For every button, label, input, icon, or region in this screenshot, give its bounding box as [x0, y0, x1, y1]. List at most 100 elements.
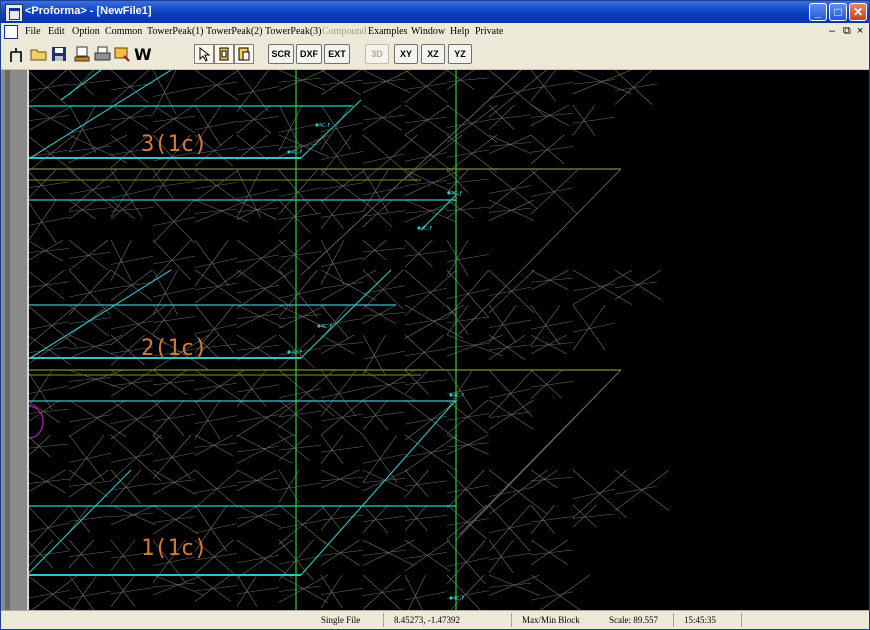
open-folder-icon[interactable]	[29, 44, 49, 64]
mesh-line	[68, 574, 98, 616]
mesh-line	[404, 152, 448, 162]
menu-towerpeak-1[interactable]: TowerPeak(1)	[147, 26, 204, 37]
left-panel[interactable]	[1, 70, 29, 610]
save-icon[interactable]	[49, 44, 69, 64]
mesh-line	[446, 206, 490, 212]
mesh-line	[236, 446, 280, 453]
maximize-button[interactable]: □	[829, 3, 847, 21]
mesh-line	[236, 207, 280, 212]
menu-towerpeak-2[interactable]: TowerPeak(2)	[206, 26, 263, 37]
mesh-line	[194, 81, 238, 89]
node-point	[287, 350, 291, 354]
svg-text:W: W	[134, 45, 152, 64]
node-tag: 4C-F	[291, 350, 302, 356]
xz-view-button[interactable]: XZ	[421, 44, 445, 64]
mesh-line	[110, 512, 154, 518]
mesh-line	[530, 82, 574, 90]
minimize-button[interactable]: _	[809, 3, 827, 21]
menu-examples[interactable]: Examples	[368, 26, 407, 37]
beam-line	[60, 69, 102, 101]
mesh-line	[26, 574, 79, 615]
export-icon[interactable]	[112, 44, 132, 64]
mesh-line	[194, 415, 238, 424]
mesh-line	[278, 123, 322, 133]
document-icon[interactable]	[4, 25, 18, 39]
menu-edit[interactable]: Edit	[48, 26, 65, 37]
mesh-line	[194, 523, 238, 534]
scr-button[interactable]: SCR	[268, 44, 294, 64]
mdi-close-button[interactable]: ×	[857, 25, 863, 37]
mdi-restore-button[interactable]: ⧉	[843, 25, 851, 38]
mesh-line	[320, 446, 364, 453]
mesh-line	[68, 414, 112, 423]
mesh-line	[320, 151, 364, 160]
application-window: <Proforma> - [NewFile1] _ □ ✕ File Edit …	[0, 0, 870, 630]
mesh-line	[278, 288, 322, 299]
node-tag: 4C-F	[421, 226, 432, 232]
mesh-line	[110, 415, 154, 424]
mesh-line	[488, 552, 532, 560]
mesh-line	[152, 516, 196, 523]
mesh-line	[404, 318, 448, 326]
dxf-button[interactable]: DXF	[296, 44, 322, 64]
mesh-line	[320, 211, 364, 218]
node-markers: 4C-F 4C-F 4C-F 4C-F 4C-F 4C-F 4C-F 4C-F	[287, 123, 464, 602]
menu-common[interactable]: Common	[105, 26, 142, 37]
mesh-line	[194, 258, 238, 268]
mesh-line	[26, 216, 70, 226]
mesh-line	[572, 79, 616, 85]
mesh-line	[152, 479, 196, 485]
beam-line	[300, 99, 362, 159]
beam-lines	[26, 69, 622, 576]
print-icon[interactable]	[93, 44, 113, 64]
beam-line	[300, 399, 457, 576]
mesh-line	[320, 257, 364, 267]
mesh-line	[278, 410, 322, 418]
copy-clipboard-icon[interactable]	[214, 44, 234, 64]
word-icon[interactable]: W	[132, 44, 152, 64]
menu-help[interactable]: Help	[450, 26, 469, 37]
mesh-line	[362, 550, 406, 556]
status-separator	[741, 613, 742, 627]
structure-icon[interactable]	[7, 44, 27, 64]
mesh-line	[152, 255, 196, 265]
mesh-line	[404, 348, 448, 357]
ext-button[interactable]: EXT	[324, 44, 350, 64]
title-bar[interactable]: <Proforma> - [NewFile1] _ □ ✕	[1, 1, 869, 23]
app-icon[interactable]	[5, 4, 23, 22]
mesh-line	[236, 116, 280, 123]
menu-compound[interactable]: Compound	[322, 26, 366, 37]
menu-window[interactable]: Window	[411, 26, 445, 37]
mesh-line	[26, 443, 70, 449]
mesh-line	[236, 513, 280, 519]
mesh-line	[320, 342, 364, 347]
mesh-line	[26, 408, 70, 414]
mesh-grid	[26, 69, 670, 629]
print-preview-icon[interactable]	[73, 44, 93, 64]
mesh-line	[152, 316, 196, 323]
menu-private[interactable]: Private	[475, 26, 503, 37]
status-bar: Single File 8.45273, -1.47392 Max/Min Bl…	[1, 610, 869, 629]
mesh-line	[320, 514, 364, 521]
mesh-line	[278, 313, 322, 320]
mesh-line	[26, 115, 70, 122]
select-pointer-icon[interactable]	[194, 44, 214, 64]
mesh-line	[488, 411, 532, 418]
menu-file[interactable]: File	[25, 26, 41, 37]
yz-view-button[interactable]: YZ	[448, 44, 472, 64]
mesh-line	[362, 153, 406, 164]
mesh-line	[404, 116, 448, 124]
xy-view-button[interactable]: XY	[394, 44, 418, 64]
close-button[interactable]: ✕	[849, 3, 867, 21]
3d-button[interactable]: 3D	[365, 44, 389, 64]
status-coordinates: 8.45273, -1.47392	[394, 615, 460, 625]
mesh-line	[530, 342, 574, 347]
mesh-line	[236, 344, 280, 351]
drawing-canvas[interactable]: 4C-F 4C-F 4C-F 4C-F 4C-F 4C-F 4C-F 4C-F 3(1c) 2…	[1, 69, 869, 629]
mesh-line	[152, 287, 196, 298]
mesh-line	[68, 574, 98, 616]
menu-towerpeak-3[interactable]: TowerPeak(3)	[265, 26, 322, 37]
paste-clipboard-icon[interactable]	[234, 44, 254, 64]
menu-option[interactable]: Option	[72, 26, 100, 37]
mdi-minimize-button[interactable]: –	[829, 25, 835, 37]
